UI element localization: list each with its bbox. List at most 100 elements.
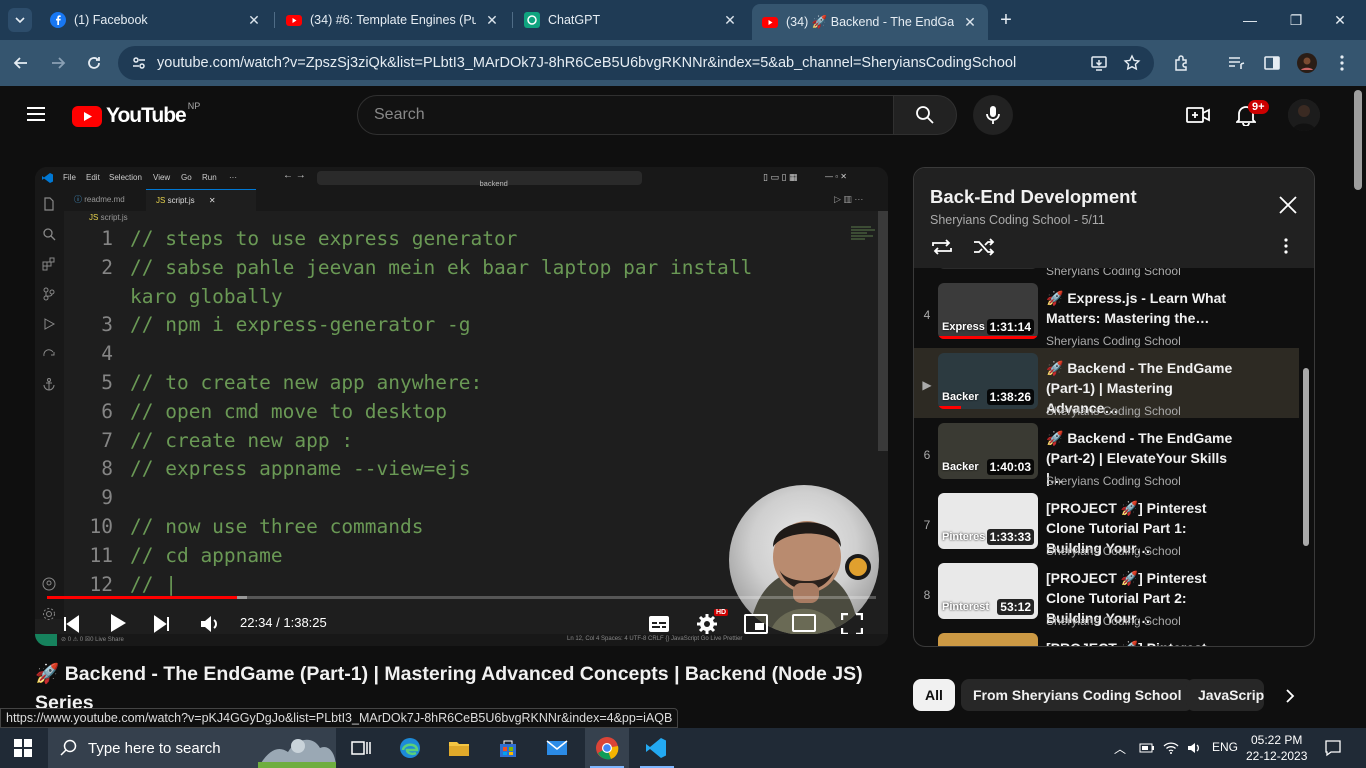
windows-start-icon[interactable] [14, 739, 32, 757]
line-number [35, 283, 130, 312]
youtube-logo[interactable]: YouTube NP [72, 101, 200, 128]
forward-button[interactable] [47, 52, 69, 74]
bookmark-star-icon[interactable] [1123, 54, 1141, 72]
taskbar-search-placeholder: Type here to search [88, 740, 221, 757]
task-view-icon[interactable] [349, 736, 373, 760]
account-avatar[interactable] [1288, 99, 1320, 131]
edge-icon[interactable] [398, 736, 422, 760]
site-info-icon[interactable] [130, 54, 148, 72]
video-duration: 53:12 [997, 599, 1034, 615]
playlist-item[interactable]: [PROJECT 🚀] Pinterest Clone [914, 628, 1299, 646]
code-text: // npm i express-generator -g [130, 313, 471, 337]
miniplayer-icon[interactable] [744, 614, 768, 634]
file-explorer-icon[interactable] [447, 736, 471, 760]
next-icon[interactable] [153, 615, 171, 633]
mail-icon[interactable] [545, 736, 569, 760]
code-text: karo globally [130, 284, 283, 308]
settings-gear-icon[interactable] [696, 613, 718, 635]
guide-menu-button[interactable] [26, 106, 46, 122]
playlist-item[interactable]: 6 Backer 1:40:03 🚀 Backend - The EndGame (P… [914, 418, 1299, 488]
playlist-item[interactable]: 7 Pinteres 1:33:33 [PROJECT 🚀] Pinterest Cl… [914, 488, 1299, 558]
youtube-icon [762, 17, 778, 28]
search-input[interactable]: Search [357, 95, 894, 135]
browser-menu-button[interactable] [1331, 52, 1353, 74]
arrow-left-icon [13, 57, 27, 69]
battery-icon[interactable] [1139, 741, 1155, 755]
playlist-scrollbar[interactable] [1303, 368, 1309, 546]
play-icon[interactable] [109, 613, 127, 633]
address-bar[interactable]: youtube.com/watch?v=ZpszSj3ziQk&list=PLb… [118, 46, 1154, 80]
more-options-icon[interactable] [1284, 238, 1288, 254]
voice-search-button[interactable] [973, 95, 1013, 135]
chevron-right-icon[interactable] [1280, 686, 1300, 706]
notification-badge: 9+ [1248, 100, 1269, 114]
page-scrollbar[interactable] [1354, 90, 1362, 190]
tab-search-button[interactable] [8, 8, 32, 32]
playlist-item[interactable]: 4 Express 1:31:14 🚀 Express.js - Learn What… [914, 278, 1299, 348]
chip-javascript[interactable]: JavaScript [1186, 679, 1264, 711]
playlist-item-channel: Sheryians Coding School [1046, 544, 1181, 558]
subtitles-icon[interactable] [648, 615, 670, 633]
reload-button[interactable] [83, 52, 105, 74]
media-controls-button[interactable] [1225, 52, 1247, 74]
microsoft-store-icon[interactable] [496, 736, 520, 760]
browser-toolbar: youtube.com/watch?v=ZpszSj3ziQk&list=PLb… [0, 40, 1366, 86]
system-clock[interactable]: 05:22 PM 22-12-2023 [1246, 732, 1307, 764]
taskbar-search[interactable]: Type here to search [48, 728, 336, 768]
tab-title: (1) Facebook [74, 13, 148, 27]
back-button[interactable] [10, 52, 32, 74]
chip-from-channel[interactable]: From Sheryians Coding School [961, 679, 1194, 711]
tab-backend-endgame[interactable]: (34) 🚀 Backend - The EndGam ✕ [752, 4, 988, 40]
extensions-button[interactable] [1171, 52, 1193, 74]
volume-icon[interactable] [1186, 740, 1202, 756]
shuffle-icon[interactable] [972, 238, 996, 256]
side-panel-button[interactable] [1261, 52, 1283, 74]
playlist-title[interactable]: Back-End Development [930, 186, 1137, 208]
new-tab-button[interactable]: + [996, 10, 1016, 30]
vscode-icon[interactable] [644, 736, 668, 760]
video-progress-bar[interactable] [47, 596, 876, 599]
close-tab-icon[interactable]: ✕ [962, 14, 978, 30]
code-line: 2 // sabse pahle jeevan mein ek baar lapt… [35, 254, 880, 283]
close-window-button[interactable]: ✕ [1330, 10, 1350, 30]
minimize-button[interactable]: — [1240, 10, 1260, 30]
playlist-item-channel: Sheryians Coding School [1046, 334, 1181, 348]
profile-button[interactable] [1296, 52, 1318, 74]
restore-button[interactable]: ❐ [1286, 10, 1306, 30]
create-button[interactable] [1186, 104, 1210, 126]
close-icon[interactable] [1278, 195, 1298, 215]
search-button[interactable] [893, 95, 957, 135]
input-language[interactable]: ENG [1212, 740, 1238, 754]
code-line: 1 // steps to use express generator [35, 225, 880, 254]
close-tab-icon[interactable]: ✕ [722, 12, 738, 28]
chip-all[interactable]: All [913, 679, 955, 711]
volume-icon[interactable] [199, 614, 221, 634]
code-line: 4 [35, 340, 880, 369]
played-bar [47, 596, 237, 599]
playlist-item-current[interactable]: ▶ Backer 1:38:26 🚀 Backend - The EndGame (P… [914, 348, 1299, 418]
youtube-logo-icon [72, 105, 102, 127]
playlist-panel: Back-End Development Sheryians Coding Sc… [913, 167, 1315, 647]
playlist-item-partial[interactable]: Sheryians Coding School [914, 268, 1299, 278]
close-tab-icon[interactable]: ✕ [484, 12, 500, 28]
remote-indicator [35, 634, 57, 646]
editor-menu-item: Selection [109, 173, 142, 182]
playlist-item[interactable]: 8 Pinterest 53:12 [PROJECT 🚀] Pinterest Clo… [914, 558, 1299, 628]
editor-command-center: backend [317, 171, 642, 188]
close-tab-icon[interactable]: ✕ [246, 12, 262, 28]
video-player[interactable]: File Edit Selection View Go Run ··· ← → … [35, 167, 888, 646]
chrome-icon[interactable] [595, 736, 619, 760]
tab-facebook[interactable]: (1) Facebook ✕ [40, 6, 272, 34]
install-app-icon[interactable] [1090, 54, 1108, 72]
loop-icon[interactable] [930, 238, 954, 256]
previous-icon[interactable] [62, 615, 80, 633]
theater-mode-icon[interactable] [792, 614, 816, 632]
search-icon [916, 106, 934, 124]
tab-chatgpt[interactable]: ChatGPT ✕ [514, 6, 748, 34]
fullscreen-icon[interactable] [841, 613, 863, 635]
tab-template-engines[interactable]: (34) #6: Template Engines (Pug, ✕ [276, 6, 510, 34]
notification-center-icon[interactable] [1324, 739, 1342, 757]
show-hidden-icons[interactable]: ︿ [1114, 740, 1126, 757]
code-line: 8 // express appname --view=ejs [35, 455, 880, 484]
wifi-icon[interactable] [1163, 740, 1179, 756]
